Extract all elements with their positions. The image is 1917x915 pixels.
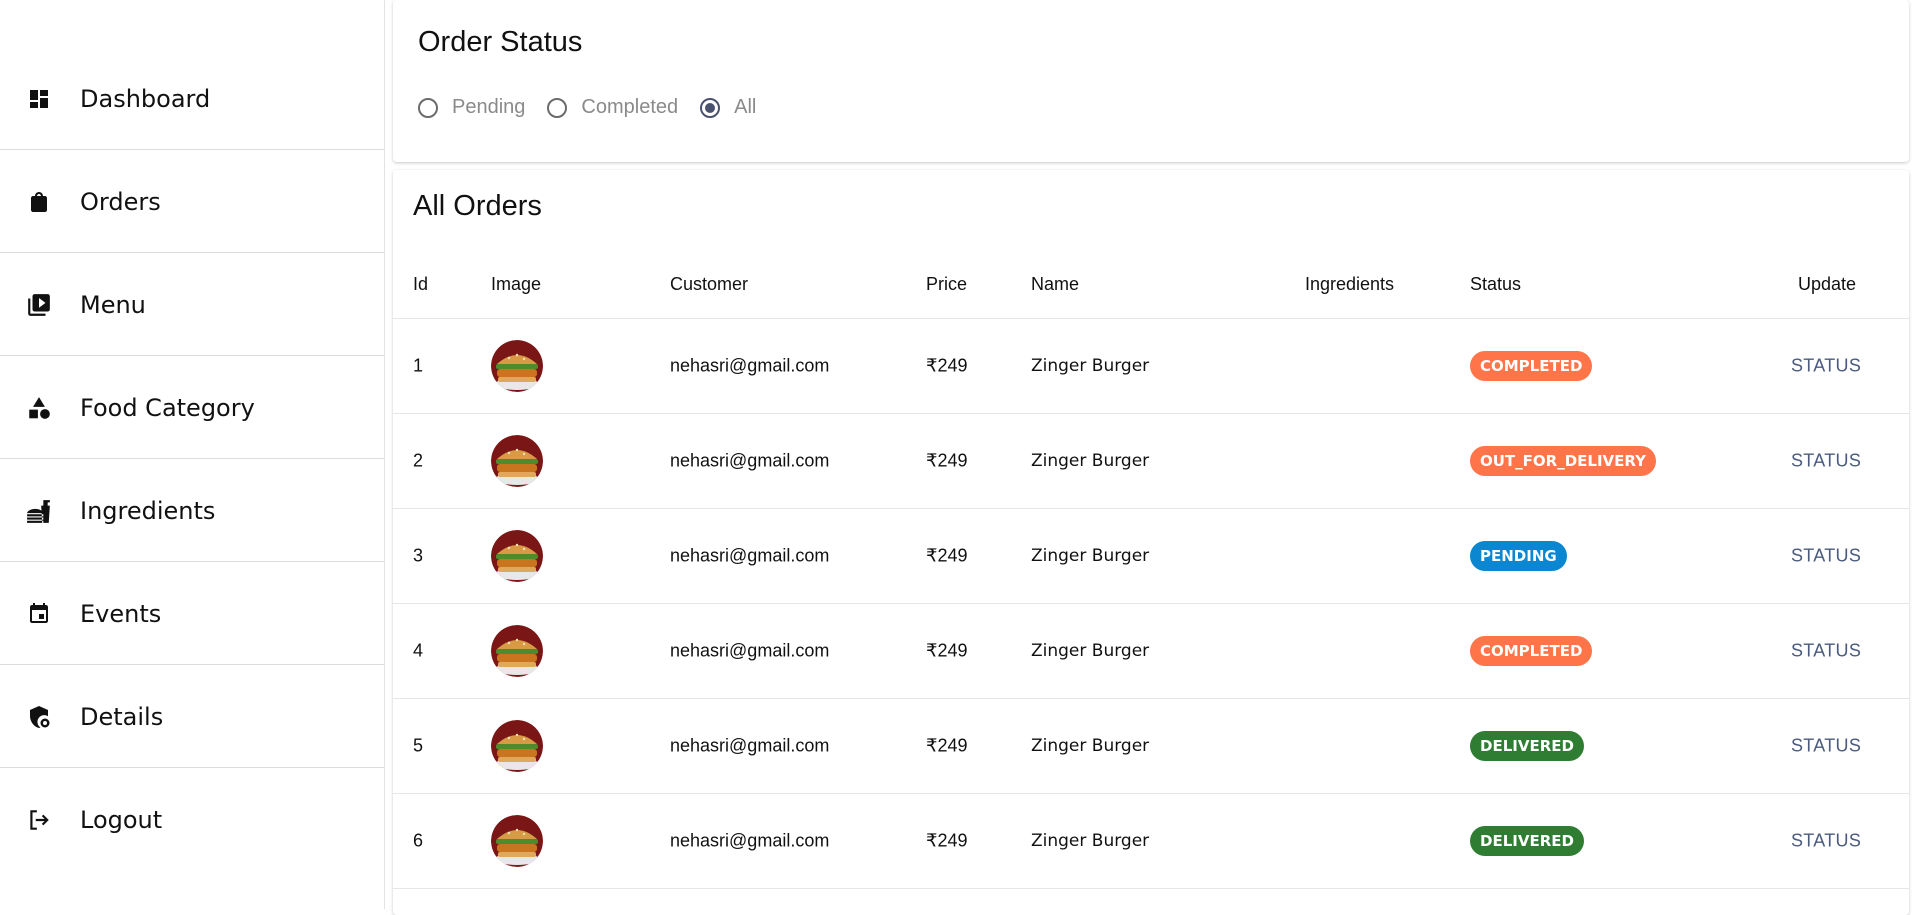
- food-thumbnail: [491, 435, 543, 487]
- status-badge: OUT_FOR_DELIVERY: [1470, 446, 1656, 476]
- order-price: ₹249: [926, 545, 968, 566]
- order-price: ₹249: [926, 735, 968, 756]
- table-row: 1 nehasri@gmail.com ₹249 Zinger Burger COMPL…: [393, 319, 1909, 414]
- radio-label: All: [734, 96, 757, 118]
- customer-email: nehasri@gmail.com: [670, 640, 830, 661]
- food-name: Zinger Burger: [1031, 451, 1150, 471]
- sidebar-item-label: Ingredients: [80, 496, 216, 525]
- shopping-bag-icon: [26, 189, 52, 215]
- order-id: 2: [413, 450, 424, 471]
- orders-title: All Orders: [413, 190, 542, 222]
- table-row: 3 nehasri@gmail.com ₹249 Zinger Burger PENDI…: [393, 509, 1909, 604]
- update-status-button[interactable]: STATUS: [1791, 641, 1861, 662]
- order-status-title: Order Status: [418, 26, 583, 58]
- radio-pending[interactable]: Pending: [418, 96, 525, 119]
- order-id: 1: [413, 355, 424, 376]
- status-badge: PENDING: [1470, 541, 1567, 571]
- sidebar-item-details[interactable]: Details: [0, 666, 384, 768]
- order-id: 3: [413, 545, 424, 566]
- order-price: ₹249: [926, 830, 968, 851]
- radio-completed[interactable]: Completed: [547, 96, 678, 119]
- table-row: 6 nehasri@gmail.com ₹249 Zinger Burger DELIV…: [393, 794, 1909, 889]
- column-header-price: Price: [926, 274, 968, 294]
- customer-email: nehasri@gmail.com: [670, 355, 830, 376]
- sidebar: Dashboard Orders Menu Food Category Ingr…: [0, 0, 385, 909]
- sidebar-item-label: Orders: [80, 187, 161, 216]
- details-shield-icon: [26, 704, 52, 730]
- update-status-button[interactable]: STATUS: [1791, 356, 1861, 377]
- calendar-icon: [26, 601, 52, 627]
- sidebar-item-menu[interactable]: Menu: [0, 254, 384, 356]
- food-name: Zinger Burger: [1031, 641, 1150, 661]
- status-badge: COMPLETED: [1470, 636, 1593, 666]
- customer-email: nehasri@gmail.com: [670, 450, 830, 471]
- update-status-button[interactable]: STATUS: [1791, 546, 1861, 567]
- status-badge: DELIVERED: [1470, 826, 1584, 856]
- column-header-id: Id: [413, 274, 429, 294]
- update-status-button[interactable]: STATUS: [1791, 831, 1861, 852]
- order-price: ₹249: [926, 450, 968, 471]
- column-header-image: Image: [491, 274, 542, 294]
- sidebar-item-dashboard[interactable]: Dashboard: [0, 48, 384, 150]
- column-header-update: Update: [1798, 274, 1857, 294]
- table-row: 4 nehasri@gmail.com ₹249 Zinger Burger COMPL…: [393, 604, 1909, 699]
- radio-all[interactable]: All: [700, 96, 756, 119]
- status-filter-group: Pending Completed All: [418, 96, 778, 119]
- sidebar-item-label: Events: [80, 599, 162, 628]
- sidebar-item-label: Logout: [80, 806, 163, 834]
- column-header-name: Name: [1031, 274, 1080, 294]
- order-id: 4: [413, 640, 424, 661]
- column-header-status: Status: [1470, 274, 1522, 294]
- column-header-customer: Customer: [670, 274, 749, 294]
- radio-unchecked-icon[interactable]: [547, 97, 568, 118]
- food-thumbnail: [491, 720, 543, 772]
- table-row: 5 nehasri@gmail.com ₹249 Zinger Burger DELIV…: [393, 699, 1909, 794]
- food-thumbnail: [491, 530, 543, 582]
- food-name: Zinger Burger: [1031, 736, 1150, 756]
- food-name: Zinger Burger: [1031, 356, 1150, 376]
- update-status-button[interactable]: STATUS: [1791, 451, 1861, 472]
- update-status-button[interactable]: STATUS: [1791, 736, 1861, 757]
- sidebar-item-label: Menu: [80, 290, 146, 319]
- order-price: ₹249: [926, 640, 968, 661]
- radio-label: Completed: [581, 96, 679, 118]
- food-thumbnail: [491, 815, 543, 867]
- sidebar-item-label: Details: [80, 702, 164, 731]
- radio-unchecked-icon[interactable]: [418, 97, 438, 118]
- radio-label: Pending: [452, 96, 526, 118]
- logout-icon: [26, 807, 52, 833]
- status-badge: COMPLETED: [1470, 351, 1593, 381]
- customer-email: nehasri@gmail.com: [670, 735, 830, 756]
- ingredients-icon: [26, 498, 52, 524]
- order-id: 5: [413, 735, 424, 756]
- customer-email: nehasri@gmail.com: [670, 545, 830, 566]
- sidebar-item-ingredients[interactable]: Ingredients: [0, 460, 384, 562]
- food-thumbnail: [491, 340, 543, 392]
- sidebar-item-events[interactable]: Events: [0, 563, 384, 665]
- sidebar-item-orders[interactable]: Orders: [0, 151, 384, 253]
- dashboard-icon: [26, 86, 52, 112]
- column-header-ingredients: Ingredients: [1305, 274, 1395, 294]
- sidebar-item-label: Food Category: [80, 393, 255, 422]
- category-icon: [26, 395, 52, 421]
- order-id: 6: [413, 830, 424, 851]
- order-price: ₹249: [926, 355, 968, 376]
- food-thumbnail: [491, 625, 543, 677]
- sidebar-item-food-category[interactable]: Food Category: [0, 357, 384, 459]
- sidebar-item-logout[interactable]: Logout: [0, 769, 384, 871]
- radio-checked-icon[interactable]: [700, 97, 721, 118]
- table-row: 2 nehasri@gmail.com ₹249 Zinger Burger OUT_F…: [393, 414, 1909, 509]
- all-orders-card: All Orders Id Image Customer Price Name …: [393, 170, 1909, 915]
- sidebar-item-label: Dashboard: [80, 84, 211, 113]
- status-badge: DELIVERED: [1470, 731, 1584, 761]
- customer-email: nehasri@gmail.com: [670, 830, 830, 851]
- food-name: Zinger Burger: [1031, 831, 1150, 851]
- order-status-card: Order Status Pending Completed All: [393, 0, 1909, 162]
- food-name: Zinger Burger: [1031, 546, 1150, 566]
- menu-book-icon: [26, 292, 52, 318]
